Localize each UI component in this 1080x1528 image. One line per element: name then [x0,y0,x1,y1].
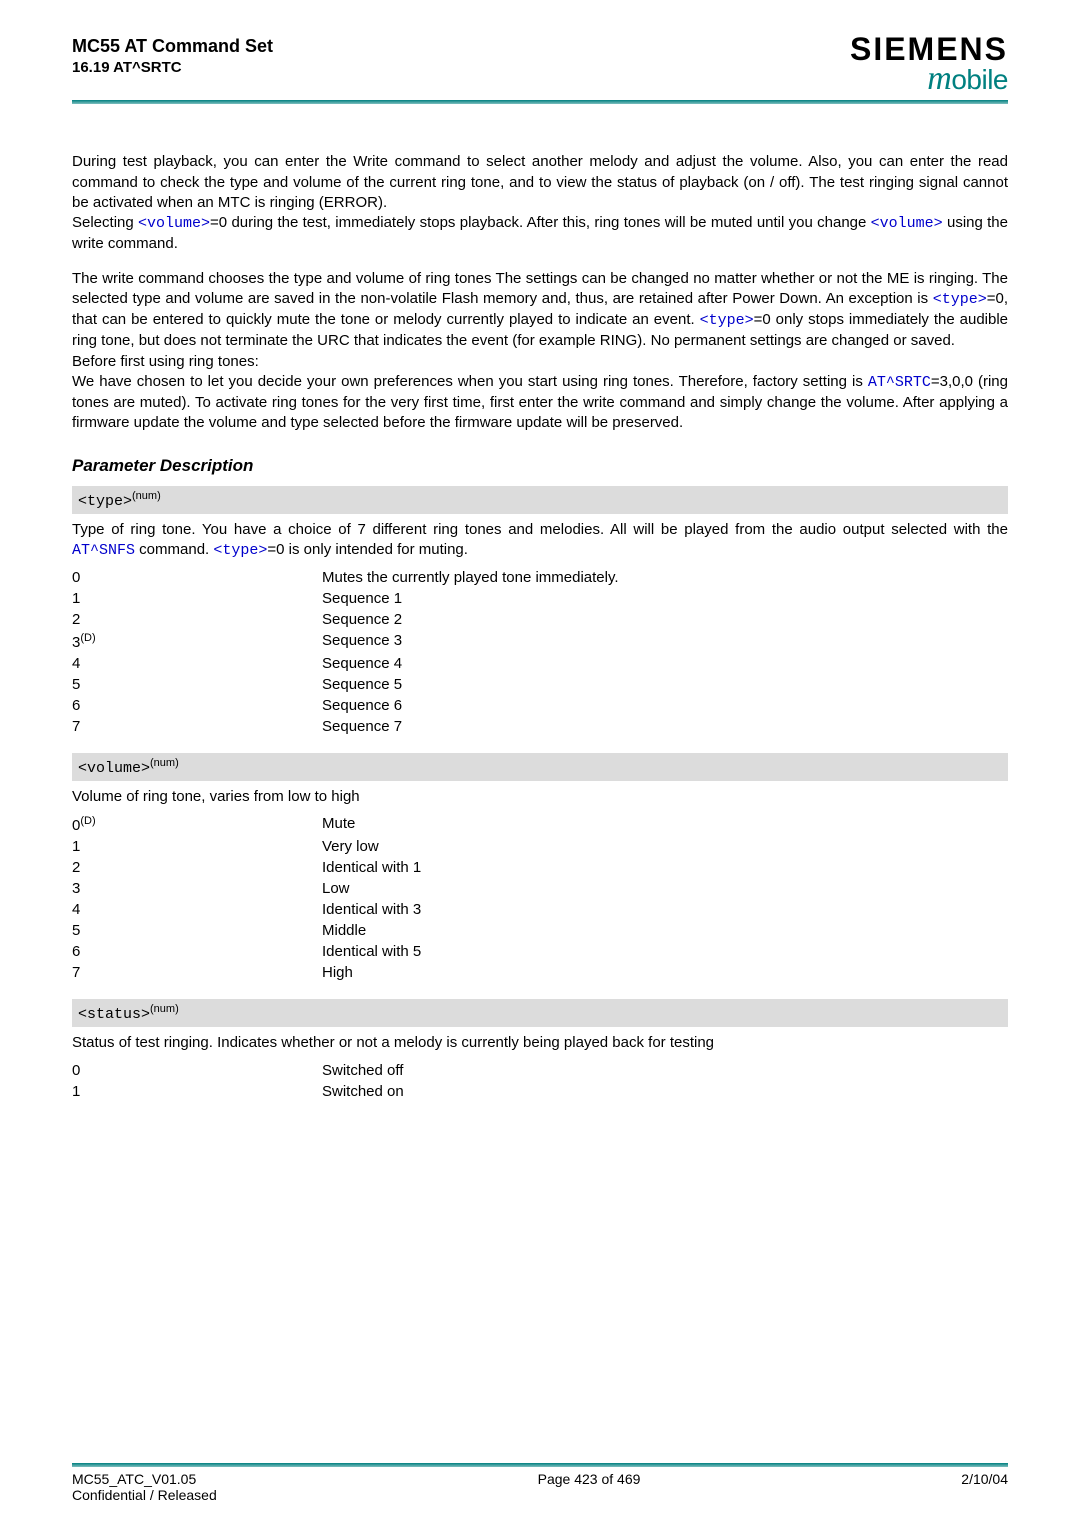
paragraph-2: The write command chooses the type and v… [72,269,1008,434]
type-link-3[interactable]: <type> [213,542,267,559]
header-divider [72,100,1008,104]
kv-row: 5Middle [72,922,1008,939]
kv-val: Low [322,880,1008,897]
kv-row: 3(D)Sequence 3 [72,632,1008,651]
kv-val: Sequence 3 [322,632,1008,651]
kv-key: 6 [72,943,322,960]
volume-link-2[interactable]: <volume> [871,215,943,232]
param-type-bar: <type>(num) [72,486,1008,514]
type-link[interactable]: <type> [933,291,987,308]
volume-value-list: 0(D)Mute1Very low2Identical with 13Low4I… [72,815,1008,981]
kv-key: 5 [72,922,322,939]
page-footer: MC55_ATC_V01.05 Confidential / Released … [72,1433,1008,1503]
kv-val: Mutes the currently played tone immediat… [322,569,1008,586]
kv-key: 2 [72,611,322,628]
kv-key: 7 [72,718,322,735]
kv-row: 1Sequence 1 [72,590,1008,607]
kv-key: 3 [72,880,322,897]
kv-val: Sequence 5 [322,676,1008,693]
kv-key: 2 [72,859,322,876]
param-volume-desc: Volume of ring tone, varies from low to … [72,787,1008,807]
kv-val: Sequence 2 [322,611,1008,628]
doc-title: MC55 AT Command Set [72,35,273,58]
srtc-link[interactable]: AT^SRTC [868,374,931,391]
kv-key: 0 [72,569,322,586]
kv-row: 6Sequence 6 [72,697,1008,714]
kv-row: 2Sequence 2 [72,611,1008,628]
kv-val: Identical with 1 [322,859,1008,876]
kv-row: 5Sequence 5 [72,676,1008,693]
kv-val: Middle [322,922,1008,939]
kv-val: Switched on [322,1083,1008,1100]
kv-key: 0 [72,1062,322,1079]
kv-val: High [322,964,1008,981]
kv-val: Sequence 4 [322,655,1008,672]
kv-row: 0(D)Mute [72,815,1008,834]
kv-row: 3Low [72,880,1008,897]
snfs-link[interactable]: AT^SNFS [72,542,135,559]
footer-right: 2/10/04 [961,1471,1008,1503]
type-value-list: 0Mutes the currently played tone immedia… [72,569,1008,735]
kv-val: Identical with 3 [322,901,1008,918]
paragraph-1: During test playback, you can enter the … [72,152,1008,254]
kv-row: 4Sequence 4 [72,655,1008,672]
kv-key: 0(D) [72,815,322,834]
kv-row: 1Very low [72,838,1008,855]
param-volume-bar: <volume>(num) [72,753,1008,781]
kv-key: 4 [72,901,322,918]
kv-val: Sequence 7 [322,718,1008,735]
kv-row: 0Switched off [72,1062,1008,1079]
header-left: MC55 AT Command Set 16.19 AT^SRTC [72,35,273,78]
param-type-desc: Type of ring tone. You have a choice of … [72,520,1008,562]
kv-val: Very low [322,838,1008,855]
footer-center: Page 423 of 469 [538,1471,641,1503]
kv-key: 7 [72,964,322,981]
kv-row: 6Identical with 5 [72,943,1008,960]
brand-mobile-text: mobile [850,64,1008,95]
kv-key: 3(D) [72,632,322,651]
brand-logo: SIEMENS mobile [850,35,1008,94]
kv-key: 5 [72,676,322,693]
kv-row: 2Identical with 1 [72,859,1008,876]
param-desc-heading: Parameter Description [72,456,1008,476]
kv-val: Sequence 1 [322,590,1008,607]
kv-key: 1 [72,590,322,607]
param-status-bar: <status>(num) [72,999,1008,1027]
kv-val: Switched off [322,1062,1008,1079]
status-value-list: 0Switched off1Switched on [72,1062,1008,1100]
kv-key: 4 [72,655,322,672]
volume-link[interactable]: <volume> [138,215,210,232]
footer-divider [72,1463,1008,1467]
kv-row: 7Sequence 7 [72,718,1008,735]
kv-row: 4Identical with 3 [72,901,1008,918]
kv-val: Identical with 5 [322,943,1008,960]
kv-key: 1 [72,838,322,855]
doc-subtitle: 16.19 AT^SRTC [72,58,273,78]
page-header: MC55 AT Command Set 16.19 AT^SRTC SIEMEN… [72,35,1008,94]
param-status-desc: Status of test ringing. Indicates whethe… [72,1033,1008,1053]
kv-val: Mute [322,815,1008,834]
kv-key: 6 [72,697,322,714]
kv-key: 1 [72,1083,322,1100]
type-link-2[interactable]: <type> [700,312,754,329]
kv-val: Sequence 6 [322,697,1008,714]
footer-left: MC55_ATC_V01.05 Confidential / Released [72,1471,217,1503]
kv-row: 1Switched on [72,1083,1008,1100]
kv-row: 7High [72,964,1008,981]
kv-row: 0Mutes the currently played tone immedia… [72,569,1008,586]
